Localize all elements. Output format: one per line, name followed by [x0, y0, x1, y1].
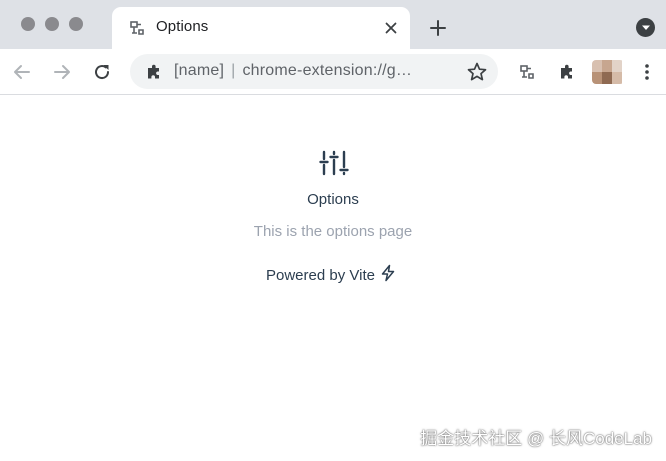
window-zoom-button[interactable] — [69, 17, 83, 31]
chevron-down-icon[interactable] — [636, 18, 655, 37]
powered-by: Powered by Vite — [266, 264, 397, 286]
puzzle-icon[interactable] — [555, 60, 579, 84]
extension-plug-icon[interactable] — [515, 60, 539, 84]
tab-options[interactable]: Options — [112, 7, 410, 49]
browser-window: Options [name] | chrome-extension://g… O… — [0, 0, 666, 461]
address-separator: | — [231, 62, 236, 79]
avatar[interactable] — [592, 60, 624, 84]
watermark: 掘金技术社区 @ 长风CodeLab — [420, 429, 652, 448]
reload-icon[interactable] — [90, 60, 114, 84]
window-close-button[interactable] — [21, 17, 35, 31]
powered-by-text: Powered by Vite — [266, 266, 375, 284]
star-icon[interactable] — [466, 61, 488, 83]
page-content: Options This is the options page Powered… — [0, 96, 666, 461]
window-minimize-button[interactable] — [45, 17, 59, 31]
address-url: chrome-extension://g… — [242, 62, 413, 79]
arrow-right-icon[interactable] — [50, 60, 74, 84]
page-title: Options — [307, 191, 359, 208]
arrow-left-icon[interactable] — [10, 60, 34, 84]
lightning-icon — [379, 264, 397, 286]
tab-title: Options — [156, 18, 209, 35]
address-text: [name] | chrome-extension://g… — [174, 62, 454, 80]
page-description: This is the options page — [253, 223, 413, 240]
close-icon[interactable] — [380, 17, 402, 39]
extension-name: [name] — [174, 62, 225, 79]
more-vertical-icon[interactable] — [635, 60, 659, 84]
tab-strip: Options — [0, 0, 666, 49]
puzzle-icon — [144, 62, 164, 82]
address-bar[interactable]: [name] | chrome-extension://g… — [130, 54, 498, 89]
browser-toolbar: [name] | chrome-extension://g… — [0, 49, 666, 95]
plus-icon[interactable] — [426, 16, 450, 40]
sliders-icon — [319, 148, 349, 178]
extension-plug-icon — [128, 19, 146, 37]
